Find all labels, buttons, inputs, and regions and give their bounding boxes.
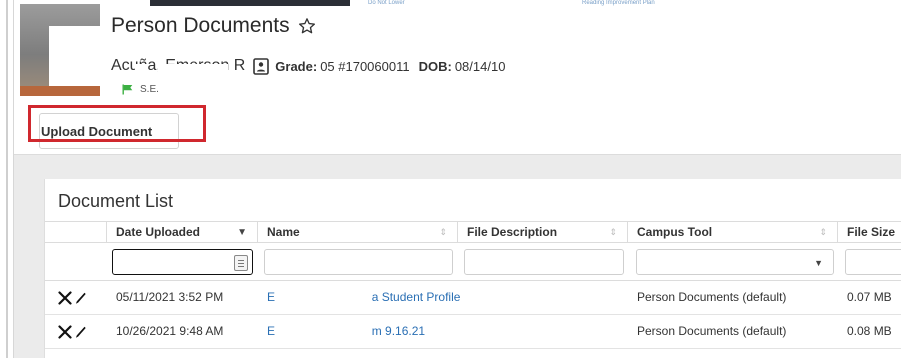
date-uploaded-cell: 05/11/2021 3:52 PM: [116, 290, 224, 304]
header-actions: [45, 222, 106, 243]
document-name-start[interactable]: E: [267, 290, 275, 304]
document-list-title: Document List: [58, 191, 174, 211]
file-size-cell: 0.07 MB: [847, 290, 892, 304]
name-filter-input[interactable]: [264, 249, 453, 275]
header-campus-tool-label: Campus Tool: [637, 225, 713, 239]
upload-document-button[interactable]: Upload Document: [39, 113, 179, 149]
photo-detail: [20, 86, 100, 96]
photo-redaction: [49, 26, 100, 92]
date-uploaded-cell: 10/26/2021 9:48 AM: [116, 324, 224, 338]
header-date-uploaded[interactable]: Date Uploaded ▼: [106, 222, 257, 243]
file-description-filter-input[interactable]: [464, 249, 624, 275]
sort-icon[interactable]: ⇕: [609, 222, 617, 243]
document-name-end[interactable]: a Student Profile: [372, 290, 461, 304]
document-name-start[interactable]: E: [267, 324, 275, 338]
delete-icon[interactable]: [58, 291, 72, 305]
student-photo: [20, 4, 100, 96]
campus-tool-cell: Person Documents (default): [637, 290, 787, 304]
date-filter-input[interactable]: [112, 249, 253, 275]
document-name-link[interactable]: E a Student Profile: [267, 281, 460, 314]
left-navigation-edge: [0, 0, 14, 358]
table-row[interactable]: 05/11/2021 3:52 PM E a Student Profile P…: [45, 281, 901, 315]
file-size-filter-input[interactable]: [845, 249, 901, 275]
dob-label: DOB:: [418, 58, 452, 74]
title-row: Person Documents: [111, 14, 316, 38]
file-size-cell: 0.08 MB: [847, 324, 892, 338]
flag-label: S.E.: [140, 84, 159, 95]
date-picker-icon[interactable]: [234, 255, 248, 271]
sort-icon[interactable]: ⇕: [439, 222, 447, 243]
header-file-description-label: File Description: [467, 225, 558, 239]
name-redaction: [135, 64, 147, 73]
edit-pencil-icon[interactable]: [75, 326, 86, 339]
edit-pencil-icon[interactable]: [75, 292, 86, 305]
header-date-uploaded-label: Date Uploaded: [116, 225, 201, 239]
id-card-icon[interactable]: [253, 57, 270, 75]
chevron-down-icon: ▼: [814, 258, 823, 268]
left-navigation-rail: [6, 0, 8, 358]
document-list-panel: Document List Date Uploaded ▼ Name ⇕ Fil…: [44, 179, 901, 358]
header-name[interactable]: Name ⇕: [257, 222, 457, 243]
document-name-link[interactable]: E m 9.16.21: [267, 315, 425, 348]
sort-desc-icon[interactable]: ▼: [237, 222, 247, 243]
dob-value: 08/14/10: [454, 58, 506, 74]
active-tab-edge[interactable]: [150, 0, 350, 6]
header-name-label: Name: [267, 225, 300, 239]
grade-value: 05 #170060011: [320, 58, 410, 74]
grid-filter-row: ▼: [45, 243, 901, 281]
campus-tool-filter-select[interactable]: ▼: [636, 249, 834, 275]
student-info-row: Acuña, Emerson R Grade: 05 #170060011 DO…: [111, 57, 514, 75]
name-redaction: [158, 64, 228, 73]
header-file-description[interactable]: File Description ⇕: [457, 222, 627, 243]
top-tab-strip: Do Not Lower Reading Improvement Plan: [150, 0, 901, 8]
header-file-size[interactable]: File Size: [837, 222, 901, 243]
header-campus-tool[interactable]: Campus Tool ⇕: [627, 222, 837, 243]
campus-tool-cell: Person Documents (default): [637, 324, 787, 338]
top-tab-label-left[interactable]: Do Not Lower: [368, 0, 458, 6]
star-icon[interactable]: [298, 17, 316, 35]
document-name-end[interactable]: m 9.16.21: [372, 324, 425, 338]
table-row[interactable]: 10/26/2021 9:48 AM E m 9.16.21 Person Do…: [45, 315, 901, 349]
page-title: Person Documents: [111, 14, 290, 37]
delete-icon[interactable]: [58, 325, 72, 339]
flag-icon: [122, 84, 133, 95]
program-flag[interactable]: S.E.: [122, 84, 159, 95]
student-name: Acuña, Emerson R: [111, 57, 249, 75]
grid-header-row: Date Uploaded ▼ Name ⇕ File Description …: [45, 221, 901, 243]
top-tab-label-right[interactable]: Reading Improvement Plan: [582, 0, 712, 6]
sort-icon[interactable]: ⇕: [819, 222, 827, 243]
grade-label: Grade:: [275, 58, 318, 74]
header-file-size-label: File Size: [847, 225, 896, 239]
